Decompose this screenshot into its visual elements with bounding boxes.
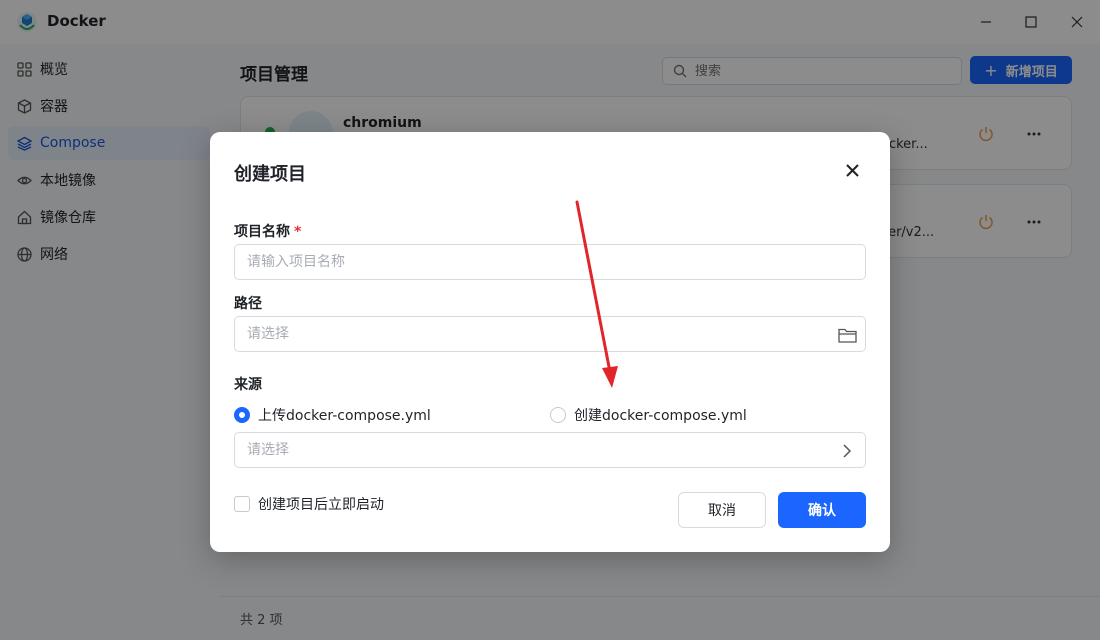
project-name-label: 项目名称 * xyxy=(234,221,301,241)
radio-checked-icon xyxy=(234,407,250,423)
source-upload-radio[interactable]: 上传docker-compose.yml xyxy=(234,405,431,425)
modal-overlay-titlebar xyxy=(0,0,1100,44)
project-name-field[interactable] xyxy=(234,244,866,280)
source-upload-label: 上传docker-compose.yml xyxy=(258,408,431,424)
confirm-button[interactable]: 确认 xyxy=(778,492,866,528)
path-input[interactable] xyxy=(247,326,817,342)
project-name-input[interactable] xyxy=(247,254,817,270)
checkbox-unchecked-icon xyxy=(234,496,250,512)
compose-file-field[interactable] xyxy=(234,432,866,468)
autostart-checkbox[interactable]: 创建项目后立即启动 xyxy=(234,494,384,514)
cancel-button[interactable]: 取消 xyxy=(678,492,766,528)
source-create-radio[interactable]: 创建docker-compose.yml xyxy=(550,405,747,425)
dialog-close-button[interactable] xyxy=(842,160,862,180)
required-mark: * xyxy=(294,224,302,240)
create-project-dialog: 创建项目 项目名称* 路径 来源 上传docker-compose.yml 创建… xyxy=(210,132,890,552)
autostart-label: 创建项目后立即启动 xyxy=(258,497,384,513)
project-name-label-text: 项目名称 xyxy=(234,224,290,240)
close-icon xyxy=(845,163,859,177)
folder-icon[interactable] xyxy=(837,325,857,345)
dialog-title: 创建项目 xyxy=(234,164,306,185)
radio-unchecked-icon xyxy=(550,407,566,423)
compose-file-input[interactable] xyxy=(247,442,817,458)
path-label: 路径 xyxy=(234,296,262,312)
source-create-label: 创建docker-compose.yml xyxy=(574,408,747,424)
chevron-right-icon[interactable] xyxy=(837,441,857,461)
path-field[interactable] xyxy=(234,316,866,352)
source-label: 来源 xyxy=(234,377,262,393)
